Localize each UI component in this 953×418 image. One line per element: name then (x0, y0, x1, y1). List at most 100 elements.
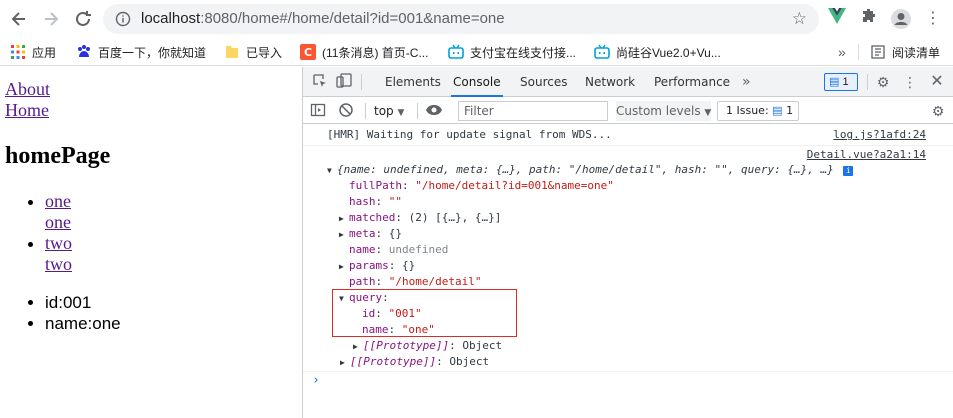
tab-network[interactable]: Network (583, 67, 637, 97)
context-label: top (374, 104, 394, 118)
sidebar-toggle-icon[interactable] (309, 102, 327, 120)
bookmark-vue-course[interactable]: 尚硅谷Vue2.0+Vu... (594, 43, 721, 61)
property-row-hash: hash: "" (349, 195, 402, 208)
console-message-hmr: [HMR] Waiting for update signal from WDS… (327, 128, 612, 141)
message-separator (303, 371, 953, 372)
message-link[interactable]: two (45, 254, 72, 275)
property-key: hash (349, 195, 376, 208)
issues-label: 1 Issue: (726, 104, 769, 117)
bookmark-star-icon[interactable]: ☆ (792, 9, 807, 29)
bilibili-icon (594, 44, 610, 60)
detail-name: name:one (45, 313, 121, 334)
bookmarks-bar: 应用 百度一下，你就知道 已导入 C (11条消息) 首页-C... 支付宝在线… (0, 38, 953, 66)
url-text: localhost:8080/home#/home/detail?id=001&… (141, 10, 505, 27)
devtools-menu-icon[interactable]: ⋮ (901, 73, 919, 91)
detail-id: id:001 (45, 292, 121, 313)
svg-text:C: C (304, 46, 312, 59)
property-value: "" (388, 195, 402, 208)
page-viewport: About Home homePage one one two two id:0… (0, 67, 302, 418)
console-prompt-chevron-icon[interactable]: › (312, 373, 320, 388)
profile-avatar-icon[interactable] (890, 8, 912, 30)
prototype-row-outer[interactable]: ▶ [[Prototype]]: Object (340, 354, 489, 370)
property-value: "/home/detail" (388, 275, 482, 288)
console-output: [HMR] Waiting for update signal from WDS… (303, 125, 953, 418)
extensions-puzzle-icon[interactable] (858, 8, 880, 30)
bookmark-apps[interactable]: 应用 (10, 43, 56, 61)
filter-input[interactable] (458, 101, 608, 121)
device-toolbar-icon[interactable] (335, 73, 353, 91)
prototype-row-inner[interactable]: ▶ [[Prototype]]: Object (353, 338, 502, 354)
inspect-element-icon[interactable] (311, 73, 329, 91)
bookmark-csdn[interactable]: C (11条消息) 首页-C... (300, 43, 428, 61)
messages-badge[interactable]: ▤ 1 (824, 73, 858, 91)
issues-button[interactable]: 1 Issue: ▤ 1 (717, 101, 799, 121)
property-value: Object (449, 355, 490, 368)
settings-gear-icon[interactable]: ⚙ (874, 73, 892, 91)
object-summary: {name: undefined, meta: {…}, path: "/hom… (337, 163, 834, 176)
property-row-fullPath: fullPath: "/home/detail?id=001&name=one" (349, 179, 614, 192)
folder-icon (224, 44, 240, 60)
log-levels-dropdown[interactable]: Custom levels ▼ (616, 101, 712, 121)
kebab-menu-icon[interactable]: ⋮ (922, 8, 944, 30)
tab-sources[interactable]: Sources (518, 67, 569, 97)
context-selector[interactable]: top ▼ (374, 102, 404, 120)
close-devtools-icon[interactable]: ✕ (928, 73, 946, 91)
expand-triangle-icon[interactable]: ▶ (353, 339, 363, 355)
forward-arrow-icon[interactable] (40, 8, 62, 30)
source-link-log[interactable]: log.js?1afd:24 (833, 127, 926, 143)
property-row-meta[interactable]: ▶ meta: {} (339, 226, 402, 242)
source-link-detail[interactable]: Detail.vue?a2a1:14 (807, 147, 926, 163)
expand-triangle-icon[interactable]: ▶ (339, 211, 349, 227)
reading-list-button[interactable]: 阅读清单 (870, 43, 940, 61)
console-settings-gear-icon[interactable]: ⚙ (929, 102, 947, 120)
property-row-params[interactable]: ▶ params: {} (339, 258, 415, 274)
bookmark-imported-folder[interactable]: 已导入 (224, 43, 282, 61)
toolbar-divider (365, 103, 366, 119)
address-bar[interactable]: localhost:8080/home#/home/detail?id=001&… (103, 4, 819, 34)
back-arrow-icon[interactable] (8, 8, 30, 30)
property-key: params (349, 259, 389, 272)
bookmark-label: 已导入 (246, 45, 283, 60)
property-value: {} (402, 259, 416, 272)
apps-grid-icon (10, 44, 26, 60)
home-link[interactable]: Home (5, 100, 50, 121)
more-bookmarks-button[interactable]: » (838, 43, 846, 61)
live-expression-eye-icon[interactable] (425, 102, 443, 120)
bookmark-baidu[interactable]: 百度一下，你就知道 (76, 43, 206, 61)
object-summary-row[interactable]: ▼ {name: undefined, meta: {…}, path: "/ho… (327, 162, 854, 179)
about-link[interactable]: About (5, 79, 50, 100)
clear-console-icon[interactable] (337, 102, 355, 120)
tab-divider (361, 74, 362, 90)
issues-count: 1 (786, 104, 794, 117)
expand-triangle-icon[interactable]: ▶ (340, 355, 350, 371)
property-value: Object (462, 339, 503, 352)
more-tabs-button[interactable]: » (740, 67, 753, 97)
tab-console[interactable]: Console (451, 67, 503, 97)
bookmark-label: 尚硅谷Vue2.0+Vu... (616, 45, 721, 60)
info-icon[interactable] (115, 11, 131, 27)
bookmark-alipay[interactable]: 支付宝在线支付接... (448, 43, 576, 61)
property-key: name (349, 243, 376, 256)
devtools-tabbar: Elements Console Sources Network Perform… (303, 67, 953, 97)
property-key: [[Prototype]] (350, 355, 437, 368)
property-value: "/home/detail?id=001&name=one" (415, 179, 614, 192)
expand-triangle-icon[interactable]: ▶ (339, 259, 349, 275)
toolbar-divider (417, 103, 418, 119)
message-link[interactable]: one (45, 212, 72, 233)
message-link[interactable]: two (45, 233, 72, 254)
bilibili-icon (448, 44, 464, 60)
bookmark-label: 应用 (32, 45, 57, 60)
reload-icon[interactable] (72, 8, 94, 30)
tab-elements[interactable]: Elements (383, 67, 443, 97)
vue-devtools-icon[interactable] (826, 8, 848, 30)
expand-triangle-icon[interactable]: ▼ (327, 163, 337, 179)
list-item: two two (45, 233, 72, 275)
message-link[interactable]: one (45, 191, 72, 212)
info-badge-icon[interactable]: i (843, 166, 854, 176)
messages-count: 1 (842, 76, 849, 88)
bookmark-label: 百度一下，你就知道 (98, 45, 207, 60)
console-toolbar: top ▼ Custom levels ▼ 1 Issue: ▤ 1 ⚙ (303, 98, 953, 124)
property-row-matched[interactable]: ▶ matched: (2) [{…}, {…}] (339, 210, 501, 226)
tab-performance[interactable]: Performance (652, 67, 732, 97)
expand-triangle-icon[interactable]: ▶ (339, 227, 349, 243)
